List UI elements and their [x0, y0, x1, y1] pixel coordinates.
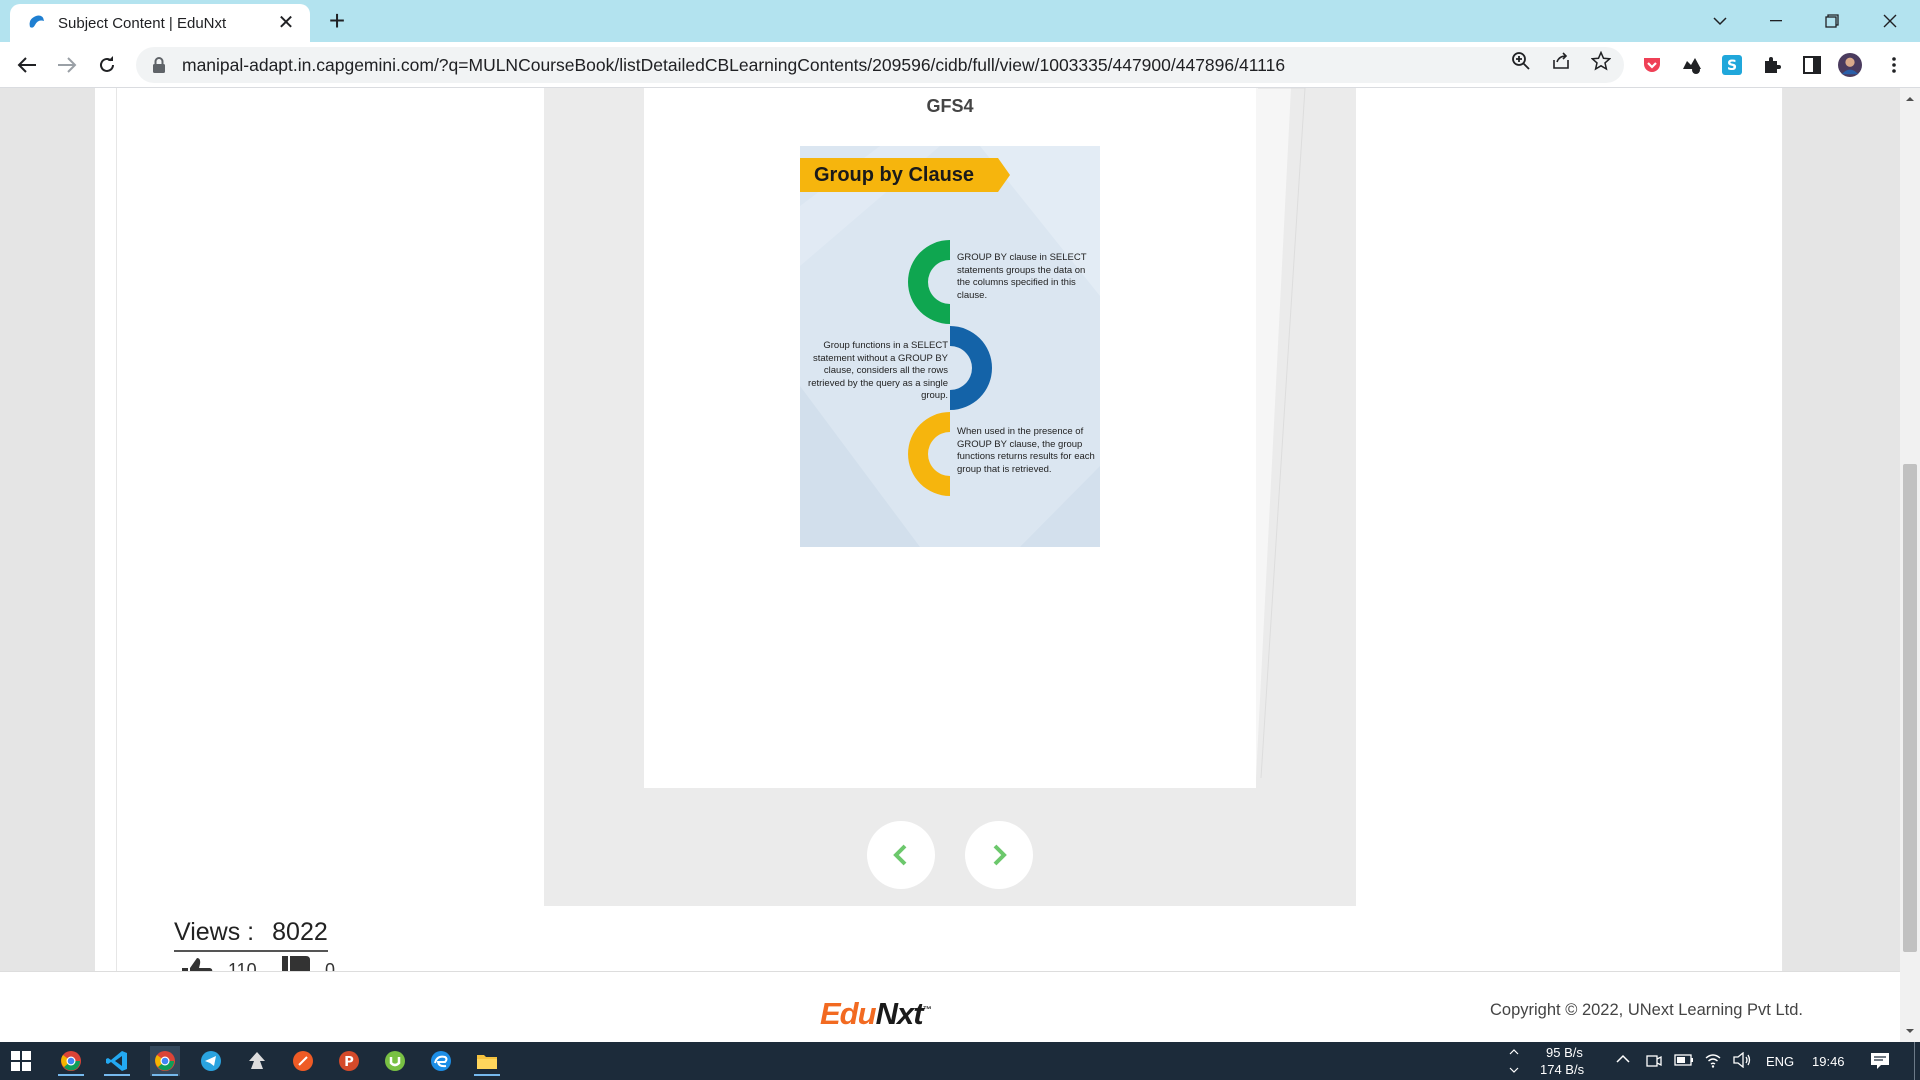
chevron-right-icon: [993, 844, 1007, 866]
volume-icon[interactable]: [1732, 1052, 1752, 1068]
minimize-button[interactable]: [1748, 0, 1804, 42]
page-scrollbar[interactable]: [1900, 88, 1920, 1042]
show-desktop-button[interactable]: [1914, 1042, 1915, 1080]
step-2-text: Group functions in a SELECT statement wi…: [808, 340, 948, 401]
utorrent-icon[interactable]: [380, 1046, 410, 1076]
notifications-icon[interactable]: [1870, 1052, 1890, 1070]
tab-title: Subject Content | EduNxt: [58, 14, 227, 32]
browser-titlebar: Subject Content | EduNxt ✕ +: [0, 0, 1920, 42]
flipbook-page-edge: [1256, 88, 1306, 779]
menu-kebab-icon[interactable]: [1882, 53, 1906, 77]
tab-close-icon[interactable]: ✕: [274, 11, 298, 35]
share-icon[interactable]: [1550, 50, 1572, 72]
show-hidden-icons-icon[interactable]: [1616, 1054, 1630, 1064]
battery-icon[interactable]: [1674, 1054, 1694, 1066]
clock-time[interactable]: 19:46: [1812, 1054, 1845, 1069]
reload-icon[interactable]: [92, 50, 122, 80]
wifi-icon[interactable]: [1704, 1052, 1722, 1068]
edunxt-favicon-icon: [29, 15, 44, 28]
svg-text:P: P: [344, 1055, 354, 1070]
network-speed-arrows-icon: [1509, 1049, 1519, 1073]
zoom-icon[interactable]: [1510, 50, 1532, 72]
browser-toolbar: manipal-adapt.in.capgemini.com/?q=MULNCo…: [0, 42, 1920, 88]
s-extension-icon[interactable]: S: [1720, 53, 1744, 77]
chrome-active-icon[interactable]: [150, 1046, 180, 1076]
upload-speed: 95 B/s: [1546, 1045, 1583, 1060]
previous-page-button[interactable]: [867, 821, 935, 889]
tab-search-icon[interactable]: [1692, 0, 1748, 42]
svg-text:S: S: [1727, 58, 1737, 74]
star-icon[interactable]: [1590, 50, 1612, 72]
address-bar[interactable]: manipal-adapt.in.capgemini.com/?q=MULNCo…: [136, 47, 1624, 83]
views-label: Views :: [174, 918, 255, 946]
scroll-down-icon[interactable]: [1905, 1026, 1915, 1036]
url-text: manipal-adapt.in.capgemini.com/?q=MULNCo…: [182, 54, 1286, 75]
new-tab-button[interactable]: +: [324, 7, 350, 35]
windows-taskbar: P 95 B/s 174 B/s ENG 19:46: [0, 1042, 1920, 1080]
slide-heading: GFS4: [926, 96, 974, 116]
step-3-text: When used in the presence of GROUP BY cl…: [957, 426, 1095, 475]
inkscape-icon[interactable]: [242, 1046, 272, 1076]
profile-avatar[interactable]: [1838, 53, 1862, 77]
thumbs-up-icon[interactable]: [180, 956, 216, 971]
likes-count: 110: [228, 960, 257, 971]
pocket-extension-icon[interactable]: [1640, 53, 1664, 77]
postman-icon[interactable]: [288, 1046, 318, 1076]
scroll-up-icon[interactable]: [1905, 94, 1915, 104]
p-app-icon[interactable]: P: [334, 1046, 364, 1076]
likes-row: 110 0: [180, 956, 360, 971]
views-counter: Views : 8022: [174, 918, 328, 952]
language-indicator[interactable]: ENG: [1766, 1054, 1794, 1069]
forward-arrow-icon[interactable]: [52, 50, 82, 80]
lock-icon[interactable]: [152, 57, 166, 73]
page-footer: EduNxt™ Copyright © 2022, UNext Learning…: [0, 971, 1900, 1043]
windows-start-icon[interactable]: [6, 1046, 36, 1076]
step-1-text: GROUP BY clause in SELECT statements gro…: [957, 252, 1087, 301]
extension-icon[interactable]: [1760, 53, 1784, 77]
meet-now-icon[interactable]: [1646, 1052, 1662, 1070]
close-window-button[interactable]: [1862, 0, 1918, 42]
edunxt-logo: EduNxt™: [820, 996, 932, 1031]
slide-image: Group by Clause GROUP BY clause in SELEC…: [800, 146, 1100, 547]
vscode-icon[interactable]: [102, 1046, 132, 1076]
animal-extension-icon[interactable]: [1680, 53, 1704, 77]
download-speed: 174 B/s: [1540, 1062, 1585, 1077]
sidepanel-icon[interactable]: [1800, 53, 1824, 77]
copyright-text: Copyright © 2022, UNext Learning Pvt Ltd…: [1490, 1001, 1803, 1019]
scroll-thumb[interactable]: [1903, 464, 1917, 952]
chrome-icon[interactable]: [56, 1046, 86, 1076]
views-value: 8022: [272, 918, 328, 946]
browser-tab[interactable]: Subject Content | EduNxt ✕: [10, 4, 310, 42]
thumbs-down-icon[interactable]: [280, 956, 312, 971]
restore-button[interactable]: [1804, 0, 1860, 42]
edge-icon[interactable]: [426, 1046, 456, 1076]
chevron-left-icon: [893, 844, 907, 866]
next-page-button[interactable]: [965, 821, 1033, 889]
page-viewport: GFS4 Group by Clause GROUP BY clause in …: [0, 88, 1900, 1080]
dislikes-count: 0: [325, 960, 336, 971]
telegram-icon[interactable]: [196, 1046, 226, 1076]
file-explorer-icon[interactable]: [472, 1046, 502, 1076]
back-arrow-icon[interactable]: [12, 50, 42, 80]
